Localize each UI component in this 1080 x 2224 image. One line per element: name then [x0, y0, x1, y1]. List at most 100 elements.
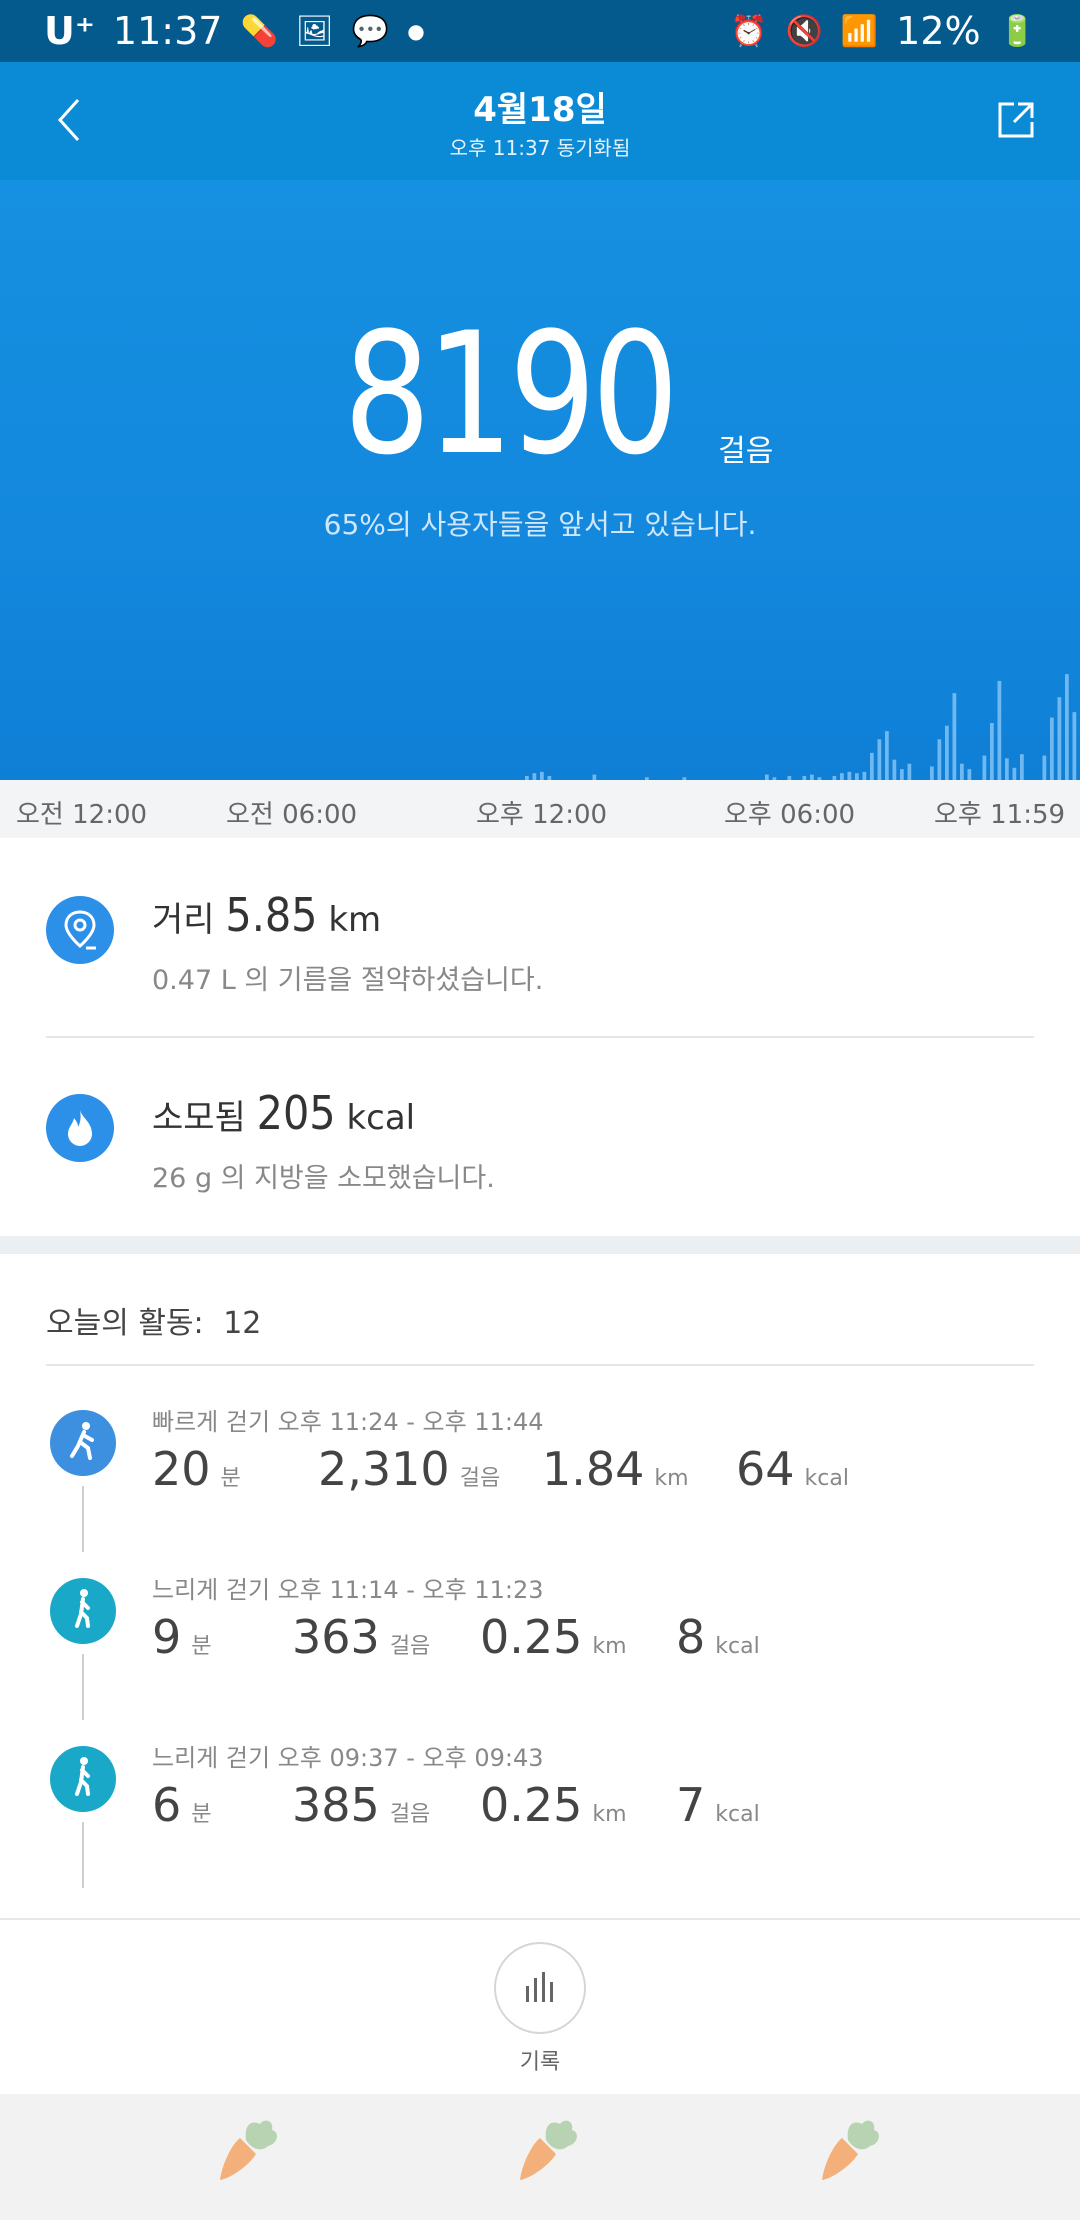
histogram-bar [1072, 712, 1077, 780]
axis-tick: 오전 06:00 [226, 800, 358, 830]
history-button[interactable] [494, 1942, 586, 2034]
histogram-bar [892, 759, 897, 780]
activity-distance: 0.25 km [480, 1778, 627, 1832]
histogram-bar [990, 723, 994, 780]
distance-unit: km [328, 900, 382, 940]
time-axis: 오전 12:00 오전 06:00 오후 12:00 오후 06:00 오후 1… [0, 780, 1080, 838]
distance-stat: 거리 5.85 km 0.47 L 의 기름을 절약하셨습니다. [0, 838, 1080, 1018]
activity-title: 느리게 걷기 오후 11:14 - 오후 11:23 [152, 1576, 544, 1604]
sync-status: 오후 11:37 동기화됨 [449, 136, 631, 160]
distance-line: 거리 5.85 km [152, 888, 381, 942]
fire-icon [68, 1110, 92, 1146]
activity-distance: 0.25 km [480, 1610, 627, 1664]
battery-icon: 🔋 [998, 13, 1036, 49]
histogram-bar [945, 725, 949, 780]
tab-carrot[interactable] [782, 2094, 932, 2220]
gallery-icon: 🖼 [295, 13, 334, 49]
activity-item[interactable]: 느리게 걷기 오후 09:37 - 오후 09:43 6분 385 걸음 0.25… [0, 1728, 1080, 1896]
distance-label: 거리 [152, 900, 215, 940]
status-bar: U⁺ 11:37 💊 🖼 💬 ● ⏰ 🔇 📶 12% 🔋 [0, 0, 1080, 62]
activities-count: 12 [223, 1306, 262, 1341]
walking-slow-icon [50, 1578, 116, 1644]
pill-icon: 💊 [240, 13, 278, 49]
activity-item[interactable]: 빠르게 걷기 오후 11:24 - 오후 11:44 20 분 2,310 걸음 1… [0, 1392, 1080, 1560]
histogram-bar [862, 771, 867, 780]
histogram-bar [1042, 755, 1047, 780]
walker-icon [70, 1422, 94, 1460]
axis-tick: 오후 12:00 [476, 800, 608, 830]
activity-minutes: 20 분 [152, 1442, 241, 1496]
histogram-bar [1020, 754, 1024, 780]
steps-unit: 걸음 [718, 434, 774, 469]
activity-steps: 2,310 걸음 [318, 1442, 501, 1496]
activity-minutes: 9분 [152, 1610, 212, 1664]
histogram-bar [870, 752, 874, 780]
steps-hero: 8190 걸음 65%의 사용자들을 앞서고 있습니다. [0, 180, 1080, 780]
alarm-icon: ⏰ [730, 13, 768, 49]
histogram-bar [840, 773, 844, 780]
flame-icon [46, 1094, 114, 1162]
walking-slow-icon [50, 1746, 116, 1812]
calories-stat: 소모됨 205 kcal 26 g 의 지방을 소모했습니다. [0, 1036, 1080, 1216]
histogram-bar [982, 755, 987, 780]
histogram-bar [952, 693, 957, 780]
tab-carrot[interactable] [180, 2094, 330, 2220]
carrot-icon [822, 2120, 879, 2180]
histogram-bar [997, 680, 1002, 780]
battery-percent: 12% [896, 9, 981, 53]
walker-icon [75, 1589, 90, 1628]
location-pin-icon [64, 910, 96, 950]
notification-dot-icon: ● [407, 19, 425, 43]
histogram-bar [540, 771, 544, 780]
walking-fast-icon [50, 1410, 116, 1476]
activity-kcal: 64 kcal [736, 1442, 849, 1496]
app-header: 4월18일 오후 11:37 동기화됨 [0, 62, 1080, 180]
status-right: ⏰ 🔇 📶 12% 🔋 [730, 9, 1036, 53]
activity-minutes: 6분 [152, 1778, 212, 1832]
calories-label: 소모됨 [152, 1098, 246, 1138]
fuel-saved-text: 0.47 L 의 기름을 절약하셨습니다. [152, 965, 544, 996]
activity-item[interactable]: 느리게 걷기 오후 11:14 - 오후 11:23 9분 363 걸음 0.25… [0, 1560, 1080, 1728]
histogram-bar [900, 769, 904, 780]
share-button[interactable] [994, 98, 1038, 142]
histogram-bar [855, 773, 859, 780]
carrier-label: U⁺ [44, 9, 95, 53]
timeline-connector [82, 1654, 84, 1720]
axis-tick: 오전 12:00 [16, 800, 148, 830]
wifi-icon: 📶 [840, 13, 879, 49]
histogram-bar [1065, 674, 1069, 780]
activity-values: 9분 363 걸음 0.25 km 8 kcal [152, 1610, 1052, 1670]
status-left: U⁺ 11:37 💊 🖼 💬 ● [44, 9, 425, 53]
activity-title: 빠르게 걷기 오후 11:24 - 오후 11:44 [152, 1408, 544, 1436]
rank-text: 65%의 사용자들을 앞서고 있습니다. [323, 508, 757, 541]
calories-line: 소모됨 205 kcal [152, 1086, 415, 1140]
histogram-bar [885, 731, 889, 780]
carrot-icon [220, 2120, 277, 2180]
calories-unit: kcal [346, 1098, 416, 1138]
histogram-bar [1012, 767, 1017, 780]
location-icon [46, 896, 114, 964]
histogram-bar [1005, 758, 1009, 780]
carrot-icon [520, 2120, 577, 2180]
histogram-bar [1050, 717, 1054, 780]
histogram-bar [532, 773, 537, 780]
timeline-connector [82, 1486, 84, 1552]
bar-chart-icon [526, 1972, 553, 2002]
activities-label: 오늘의 활동: [46, 1306, 204, 1341]
axis-tick: 오후 11:59 [934, 800, 1066, 830]
calories-value: 205 [256, 1086, 336, 1140]
activity-kcal: 7 kcal [676, 1778, 760, 1832]
histogram-bar [960, 763, 964, 780]
tab-carrot[interactable] [480, 2094, 630, 2220]
activity-steps: 385 걸음 [292, 1778, 431, 1832]
activity-distance: 1.84 km [542, 1442, 689, 1496]
history-label: 기록 [519, 2050, 561, 2075]
divider [0, 1918, 1080, 1920]
bottom-tab-bar [0, 2094, 1080, 2220]
histogram-bar [877, 739, 882, 780]
timeline-connector [82, 1822, 84, 1888]
talk-icon: 💬 [351, 13, 390, 49]
histogram-bar [937, 739, 942, 780]
histogram-bar [930, 766, 934, 780]
histogram-bar [847, 771, 852, 780]
